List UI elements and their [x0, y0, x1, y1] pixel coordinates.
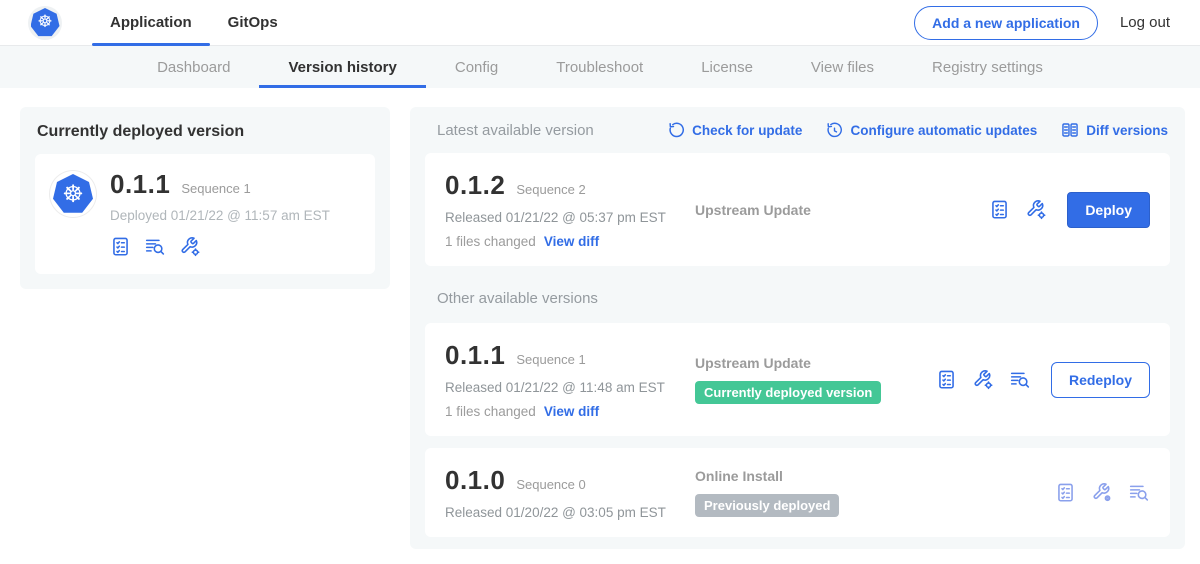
- deployed-sequence-label: Sequence 1: [181, 181, 250, 196]
- version-number: 0.1.1: [445, 340, 505, 371]
- version-source-label: Upstream Update: [695, 355, 936, 371]
- kubernetes-logo-icon: ☸: [28, 6, 62, 40]
- deploy-logs-icon[interactable]: [144, 236, 166, 257]
- check-for-update-label: Check for update: [692, 123, 802, 138]
- deploy-logs-icon[interactable]: [1128, 482, 1150, 503]
- refresh-icon: [668, 122, 685, 139]
- deployed-timestamp: Deployed 01/21/22 @ 11:57 am EST: [110, 208, 330, 223]
- released-timestamp: Released 01/20/22 @ 03:05 pm EST: [445, 505, 695, 520]
- sequence-label: Sequence 0: [516, 477, 585, 492]
- sequence-label: Sequence 1: [516, 352, 585, 367]
- logout-button[interactable]: Log out: [1120, 14, 1170, 31]
- release-notes-icon[interactable]: [936, 369, 957, 390]
- released-timestamp: Released 01/21/22 @ 05:37 pm EST: [445, 210, 695, 225]
- subnav-tab-config[interactable]: Config: [426, 46, 527, 88]
- release-notes-icon[interactable]: [110, 236, 131, 257]
- subnav-tab-license[interactable]: License: [672, 46, 782, 88]
- files-changed-label: 1 files changed: [445, 404, 536, 419]
- version-number: 0.1.2: [445, 170, 505, 201]
- other-available-title: Other available versions: [437, 290, 1170, 307]
- kubernetes-logo-icon: ☸: [50, 171, 96, 217]
- files-changed-label: 1 files changed: [445, 234, 536, 249]
- diff-versions-link[interactable]: Diff versions: [1061, 121, 1168, 139]
- deploy-button[interactable]: Deploy: [1067, 192, 1150, 228]
- tab-gitops[interactable]: GitOps: [210, 0, 296, 45]
- top-bar: ☸ Application GitOps Add a new applicati…: [0, 0, 1200, 46]
- sequence-label: Sequence 2: [516, 182, 585, 197]
- diff-versions-label: Diff versions: [1086, 123, 1168, 138]
- edit-config-icon[interactable]: [972, 369, 994, 390]
- view-diff-link[interactable]: View diff: [544, 234, 599, 249]
- version-card: 0.1.0 Sequence 0 Released 01/20/22 @ 03:…: [425, 448, 1170, 537]
- add-application-button[interactable]: Add a new application: [914, 6, 1098, 40]
- view-diff-link[interactable]: View diff: [544, 404, 599, 419]
- previously-deployed-badge: Previously deployed: [695, 494, 839, 517]
- subnav-tab-registry-settings[interactable]: Registry settings: [903, 46, 1072, 88]
- subnav-tab-version-history[interactable]: Version history: [259, 46, 425, 88]
- tab-application[interactable]: Application: [92, 0, 210, 45]
- version-card: 0.1.1 Sequence 1 Released 01/21/22 @ 11:…: [425, 323, 1170, 436]
- currently-deployed-title: Currently deployed version: [37, 123, 375, 141]
- check-for-update-link[interactable]: Check for update: [668, 122, 802, 139]
- version-number: 0.1.0: [445, 465, 505, 496]
- currently-deployed-panel: Currently deployed version ☸ 0.1.1 Seque…: [20, 107, 390, 289]
- view-config-icon[interactable]: [1091, 482, 1113, 503]
- currently-deployed-badge: Currently deployed version: [695, 381, 881, 404]
- latest-available-title: Latest available version: [437, 122, 594, 139]
- configure-automatic-updates-label: Configure automatic updates: [850, 123, 1037, 138]
- subnav-tab-view-files[interactable]: View files: [782, 46, 903, 88]
- auto-update-icon: [826, 122, 843, 139]
- redeploy-button[interactable]: Redeploy: [1051, 362, 1150, 398]
- version-source-label: Upstream Update: [695, 202, 989, 218]
- version-history-panel: Latest available version Check for updat…: [410, 107, 1185, 549]
- subnav-tab-dashboard[interactable]: Dashboard: [128, 46, 259, 88]
- released-timestamp: Released 01/21/22 @ 11:48 am EST: [445, 380, 695, 395]
- configure-automatic-updates-link[interactable]: Configure automatic updates: [826, 122, 1037, 139]
- edit-config-icon[interactable]: [1025, 199, 1047, 220]
- app-subnav: Dashboard Version history Config Trouble…: [0, 46, 1200, 88]
- subnav-tab-troubleshoot[interactable]: Troubleshoot: [527, 46, 672, 88]
- release-notes-icon[interactable]: [1055, 482, 1076, 503]
- edit-config-icon[interactable]: [179, 236, 201, 257]
- deploy-logs-icon[interactable]: [1009, 369, 1031, 390]
- version-card: 0.1.2 Sequence 2 Released 01/21/22 @ 05:…: [425, 153, 1170, 266]
- top-tabs: Application GitOps: [92, 0, 296, 45]
- main-content: Currently deployed version ☸ 0.1.1 Seque…: [0, 88, 1200, 549]
- diff-icon: [1061, 121, 1079, 139]
- deployed-version-card: ☸ 0.1.1 Sequence 1 Deployed 01/21/22 @ 1…: [35, 154, 375, 274]
- version-source-label: Online Install: [695, 468, 1055, 484]
- release-notes-icon[interactable]: [989, 199, 1010, 220]
- deployed-version-number: 0.1.1: [110, 169, 170, 200]
